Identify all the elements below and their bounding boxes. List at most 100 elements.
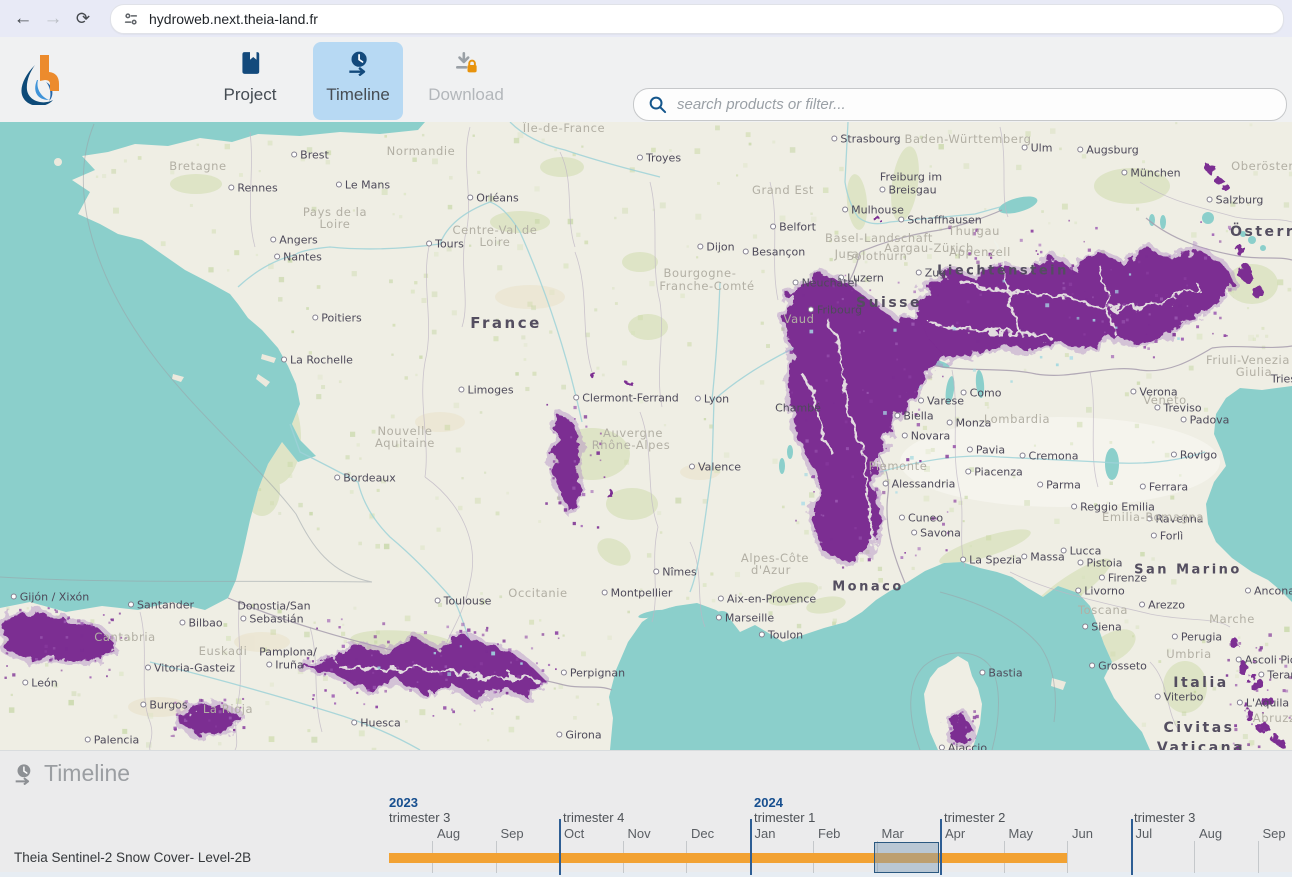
map-label: Burgos [140, 699, 187, 712]
map-label: München [1121, 167, 1180, 180]
map-label: Trieste [1271, 373, 1292, 386]
map-label: Jura [835, 247, 860, 261]
download-lock-icon [453, 50, 479, 76]
url-text: hydroweb.next.theia-land.fr [149, 11, 318, 27]
map-label: Zug [916, 267, 947, 280]
main-tabs: Project Timeline Download [205, 42, 511, 120]
map-label: Thurgau [948, 224, 1000, 238]
address-bar[interactable]: hydroweb.next.theia-land.fr [110, 4, 1284, 34]
map-label: Padova [1181, 414, 1230, 427]
hydroweb-logo[interactable] [16, 53, 62, 110]
map-label: Basel-Landschaft [825, 231, 933, 245]
map-label: Toscana [1078, 603, 1128, 617]
map-label: Liechtenstein [937, 264, 1069, 279]
map-label: Limoges [458, 384, 513, 397]
map-label: Chambé [775, 402, 821, 415]
map-label: Umbria [1166, 647, 1212, 661]
map-label: Le Mans [336, 179, 390, 192]
map-label: Besançon [743, 246, 806, 259]
map-label: Huesca [351, 717, 401, 730]
trimester-boundary-line [559, 819, 561, 875]
map-label: Baden-Württemberg [905, 132, 1032, 146]
timeline-tick [1067, 841, 1068, 873]
map-canvas[interactable]: BrestRennesLe MansOrléansTroyesToursAnge… [0, 122, 1292, 750]
map-label: Ulm [1022, 142, 1053, 155]
map-label: Orléans [467, 192, 518, 205]
map-label: Abruzzo [1253, 711, 1292, 725]
map-label: Ravenna [1146, 513, 1203, 526]
timeline-trimester-label: trimester 4 [563, 810, 624, 825]
map-label: Rennes [228, 182, 277, 195]
map-label: Brest [291, 149, 329, 162]
map-label: Strasbourg [831, 133, 900, 146]
app-header: Project Timeline Download [0, 37, 1292, 122]
map-label: Veneto [1143, 393, 1187, 407]
map-label: Alpes-Côte [741, 551, 809, 565]
timeline-clock-icon [345, 50, 371, 76]
map-label: Bretagne [169, 159, 226, 173]
map-label: Freiburg im [880, 171, 942, 184]
map-label: Bourgogne- [664, 266, 737, 280]
tab-timeline[interactable]: Timeline [313, 42, 403, 120]
search-bar[interactable] [633, 88, 1287, 121]
timeline-month-label: May [1009, 826, 1034, 841]
reload-icon[interactable]: ⟳ [68, 9, 98, 29]
site-info-icon[interactable] [123, 11, 139, 27]
tab-download[interactable]: Download [421, 42, 511, 120]
map-label: Bastia [979, 667, 1022, 680]
map-label: Breisgau [879, 184, 936, 197]
search-icon [648, 95, 667, 114]
hydroweb-app: ← → ⟳ hydroweb.next.theia-land.fr [0, 0, 1292, 877]
map-label: Aargau-Zürich [884, 241, 974, 255]
timeline-year-label: 2023 [389, 795, 418, 810]
map-label: Parma [1037, 479, 1081, 492]
timeline-trimester-label: trimester 1 [754, 810, 815, 825]
timeline-selection[interactable] [874, 842, 939, 873]
map-label: Vaud [783, 312, 814, 326]
map-label: Savona [911, 527, 961, 540]
tab-project[interactable]: Project [205, 42, 295, 120]
map-label: Cremona [1020, 450, 1079, 463]
timeline-trimester-label: trimester 2 [944, 810, 1005, 825]
map-label: Pamplona/ [259, 646, 317, 659]
map-label: Viterbo [1155, 691, 1204, 704]
map-label: León [22, 677, 57, 690]
timeline-month-label: Jan [755, 826, 776, 841]
map-label: Ajaccio [939, 742, 987, 751]
tab-download-label: Download [428, 85, 504, 105]
map-label: Grand Est [752, 183, 814, 197]
timeline-month-label: Mar [882, 826, 904, 841]
map-label: Clermont-Ferrand [573, 392, 679, 405]
map-label: Marche [1209, 612, 1255, 626]
map-label: Cantabria [94, 630, 156, 644]
map-label: Belfort [770, 221, 816, 234]
map-label: Gijón / Xixón [11, 591, 90, 604]
map-label: Appenzell [949, 245, 1011, 259]
map-label: Forlì [1151, 530, 1183, 543]
map-label: Euskadi [199, 644, 248, 658]
timeline-heading-clock-icon [12, 763, 34, 785]
map-label: Como [961, 387, 1002, 400]
map-label: L'Aquila [1237, 697, 1289, 710]
map-label: Neuchâtel [793, 277, 858, 290]
map-label: La Spezia [960, 554, 1022, 567]
map-label: Loire [320, 217, 351, 231]
map-label: Iruña [266, 659, 303, 672]
trimester-boundary-line [940, 819, 942, 875]
map-label: Bordeaux [334, 472, 396, 485]
timeline-tick [1258, 841, 1259, 873]
map-label: Suisse [856, 295, 922, 311]
timeline-product-bar[interactable] [389, 853, 1067, 863]
map-label: Normandie [387, 144, 456, 158]
map-label: Ferrara [1140, 481, 1188, 494]
map-label: Salzburg [1207, 194, 1264, 207]
timeline-month-label: Nov [628, 826, 651, 841]
forward-icon[interactable]: → [38, 8, 68, 30]
map-label: Civitas [1164, 720, 1235, 736]
search-input[interactable] [675, 95, 1286, 114]
map-label: Marseille [716, 612, 774, 625]
back-icon[interactable]: ← [8, 8, 38, 30]
map-label: Valence [689, 461, 741, 474]
trimester-boundary-line [750, 819, 752, 875]
map-label: Italia [1173, 675, 1228, 691]
